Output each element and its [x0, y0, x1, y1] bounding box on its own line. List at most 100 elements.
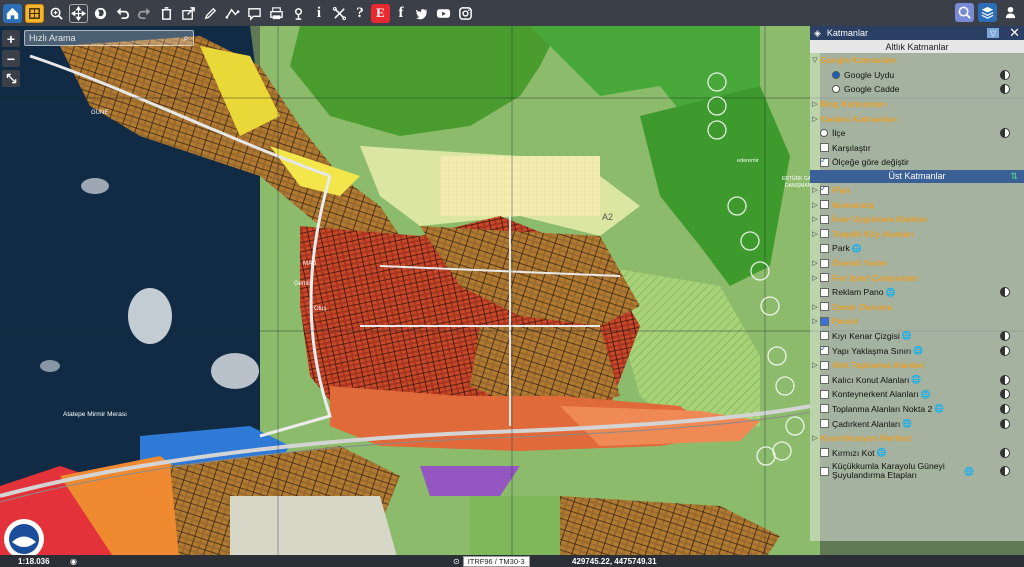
layer-row[interactable]: Küçükkumla Karayolu Güneyi Şuyulandırma …: [810, 460, 1024, 482]
chevron-right-icon[interactable]: ▷: [810, 230, 820, 238]
sort-icon[interactable]: ⇅: [1010, 171, 1018, 182]
opacity-icon[interactable]: [1000, 69, 1010, 80]
layer-row[interactable]: Konteynerkent Alanları 🌐: [810, 387, 1024, 402]
layer-row[interactable]: ▷ Tespitli Köy Alanları: [810, 227, 1024, 242]
layer-checkbox[interactable]: [820, 316, 829, 326]
chevron-right-icon[interactable]: ▷: [810, 259, 820, 267]
zoom-out-button[interactable]: −: [2, 50, 20, 67]
layer-row[interactable]: Google Uydu: [810, 68, 1024, 83]
chevron-right-icon[interactable]: ▷: [810, 303, 820, 311]
layers-stack-icon[interactable]: [978, 3, 997, 22]
gps-icon[interactable]: ◉: [70, 557, 77, 566]
facebook-icon[interactable]: f: [393, 4, 409, 23]
home-icon[interactable]: [3, 3, 22, 23]
opacity-icon[interactable]: [1000, 345, 1010, 356]
chevron-right-icon[interactable]: ▷: [810, 201, 820, 209]
close-icon[interactable]: ✕: [1009, 25, 1020, 41]
layer-checkbox[interactable]: [820, 287, 829, 297]
layer-row[interactable]: Yapı Yaklaşma Sınırı🌐: [810, 343, 1024, 358]
layer-checkbox[interactable]: [820, 243, 829, 253]
layer-checkbox[interactable]: [820, 184, 829, 195]
layer-checkbox[interactable]: [820, 404, 829, 414]
instagram-icon[interactable]: [456, 4, 475, 23]
redo-icon[interactable]: [135, 4, 154, 23]
layer-row[interactable]: ▷ Fen İşleri Çalışmaları: [810, 270, 1024, 285]
layer-checkbox[interactable]: [820, 331, 829, 341]
layer-checkbox[interactable]: [820, 273, 829, 283]
chevron-right-icon[interactable]: ▷: [810, 100, 820, 108]
layer-row[interactable]: Toplanma Alanları Nokta 2 🌐: [810, 402, 1024, 417]
layer-checkbox[interactable]: [820, 143, 829, 153]
layer-row[interactable]: Karşılaştır: [810, 141, 1024, 156]
layer-checkbox[interactable]: [820, 200, 829, 210]
globe-icon[interactable]: 🌐: [911, 375, 921, 384]
opacity-icon[interactable]: [1000, 374, 1010, 385]
chevron-right-icon[interactable]: ▷: [810, 274, 820, 282]
opacity-icon[interactable]: [1000, 447, 1010, 458]
layer-row[interactable]: ▷ Plan: [810, 183, 1024, 198]
opacity-icon[interactable]: [1000, 128, 1010, 139]
layer-radio[interactable]: [832, 85, 840, 94]
layer-checkbox[interactable]: [820, 389, 829, 399]
chevron-down-icon[interactable]: ▽: [810, 56, 820, 64]
search-icon[interactable]: ⌕: [179, 33, 193, 44]
layer-row[interactable]: ▷ İmar Uygulama Alanları: [810, 212, 1024, 227]
pan-icon[interactable]: [69, 3, 88, 23]
globe-icon[interactable]: 🌐: [902, 419, 912, 428]
layer-row[interactable]: ▷ Afet Toplanma Alanları: [810, 358, 1024, 373]
layer-row[interactable]: İlçe: [810, 126, 1024, 141]
search-toggle-icon[interactable]: [955, 3, 974, 22]
globe-icon[interactable]: 🌐: [934, 404, 944, 413]
opacity-icon[interactable]: [1000, 84, 1010, 95]
layer-row[interactable]: ▷ Zemin Durumu: [810, 300, 1024, 315]
layer-row[interactable]: Ölçeğe göre değiştir: [810, 155, 1024, 170]
globe-icon[interactable]: 🌐: [886, 288, 896, 297]
opacity-icon[interactable]: [1000, 389, 1010, 400]
opacity-icon[interactable]: [1000, 418, 1010, 429]
layer-row[interactable]: ▷ Önemli Yerler: [810, 256, 1024, 271]
layer-checkbox[interactable]: [820, 229, 829, 239]
zoom-in-icon[interactable]: [47, 4, 66, 23]
layer-radio[interactable]: [832, 70, 840, 79]
layer-row[interactable]: Kırmızı Kot 🌐: [810, 445, 1024, 460]
layer-row[interactable]: ▷ Numarataj: [810, 197, 1024, 212]
layer-row[interactable]: ▽ Google Katmanları: [810, 53, 1024, 68]
pen-icon[interactable]: [201, 4, 220, 23]
fullscreen-button[interactable]: [2, 70, 20, 87]
chevron-right-icon[interactable]: ▷: [810, 186, 820, 194]
layer-row[interactable]: Kıyı Kenar Çizgisi 🌐: [810, 329, 1024, 344]
comment-icon[interactable]: [245, 4, 264, 23]
globe-icon[interactable]: 🌐: [852, 244, 862, 253]
chevron-right-icon[interactable]: ▷: [810, 434, 820, 442]
layers-icon[interactable]: [25, 3, 44, 23]
search-input[interactable]: [25, 33, 179, 43]
delete-icon[interactable]: [157, 4, 176, 23]
zoom-in-button[interactable]: +: [2, 30, 20, 47]
layer-radio[interactable]: [820, 129, 828, 138]
filter-icon[interactable]: ▽: [987, 28, 1000, 38]
youtube-icon[interactable]: [434, 4, 453, 23]
layer-checkbox[interactable]: [820, 156, 829, 167]
layer-checkbox[interactable]: [820, 214, 829, 224]
opacity-icon[interactable]: [1000, 403, 1010, 414]
layer-row[interactable]: ▷ Yandex Katmanları: [810, 111, 1024, 126]
layer-row[interactable]: Çadırkent Alanları 🌐: [810, 416, 1024, 431]
layer-row[interactable]: ▷ Bing Katmanları: [810, 97, 1024, 112]
chevron-right-icon[interactable]: ▷: [810, 215, 820, 223]
layer-checkbox[interactable]: [820, 419, 829, 429]
opacity-icon[interactable]: [1000, 287, 1010, 298]
share-icon[interactable]: [179, 4, 198, 23]
undo-icon[interactable]: [113, 4, 132, 23]
chevron-right-icon[interactable]: ▷: [810, 317, 820, 325]
help-icon[interactable]: ?: [352, 4, 368, 23]
location-icon[interactable]: [289, 4, 308, 23]
opacity-icon[interactable]: [1000, 466, 1010, 477]
globe-icon[interactable]: 🌐: [913, 346, 923, 355]
twitter-icon[interactable]: [412, 4, 431, 23]
layer-row[interactable]: Google Cadde: [810, 82, 1024, 97]
layer-row[interactable]: ▷ Parsel: [810, 314, 1024, 329]
layer-checkbox[interactable]: [820, 466, 829, 476]
globe-icon[interactable]: 🌐: [877, 448, 887, 457]
globe-icon[interactable]: [91, 4, 110, 23]
measure-icon[interactable]: [223, 4, 242, 23]
